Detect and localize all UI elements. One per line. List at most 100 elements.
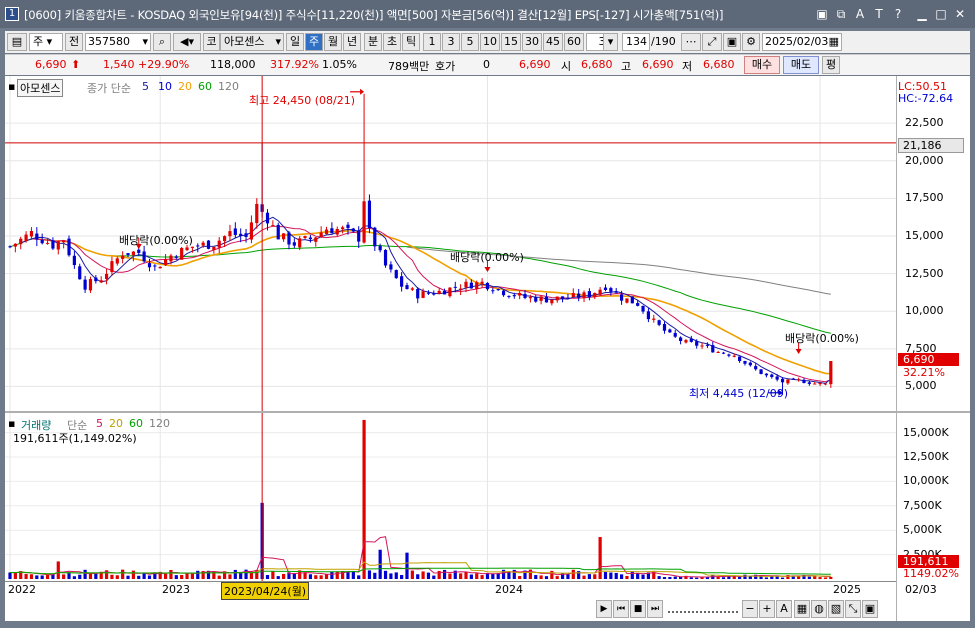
- stock-name-select[interactable]: 아모센스 ▾: [220, 33, 284, 51]
- candle-down: [453, 286, 457, 288]
- text-tool-icon[interactable]: A: [776, 600, 792, 618]
- interval-45-button[interactable]: 45: [543, 33, 563, 51]
- candle-down: [378, 245, 382, 251]
- candle-up: [797, 379, 801, 381]
- period-tick-button[interactable]: 틱: [402, 33, 420, 51]
- first-icon[interactable]: ⏮: [613, 600, 629, 618]
- volume-bar-up: [190, 573, 195, 579]
- volume-bar-down: [662, 577, 667, 579]
- buy-button[interactable]: 매수: [744, 56, 780, 74]
- save-icon[interactable]: ▣: [723, 33, 741, 51]
- volume-menu-icon[interactable]: ▪: [8, 417, 15, 430]
- page-count-input[interactable]: 134: [622, 33, 650, 51]
- interval-3-button[interactable]: 3: [442, 33, 460, 51]
- candle-down: [330, 228, 334, 234]
- speaker-icon[interactable]: ◀▾: [173, 33, 201, 51]
- candle-up: [459, 288, 463, 290]
- interval-15-button[interactable]: 15: [501, 33, 521, 51]
- text-icon[interactable]: T: [871, 6, 887, 22]
- market-tag: 코: [203, 33, 220, 51]
- candle-down: [147, 263, 152, 268]
- period-year-button[interactable]: 년: [343, 33, 361, 51]
- dividend-annotation-2: 배당락(0.00%): [450, 251, 524, 264]
- chart-area[interactable]: ▪ 아모센스 종가 단순 5 10 20 60 120 LC:50.51 HC:…: [5, 76, 970, 621]
- volume-bar-down: [609, 572, 613, 579]
- interval-60-button[interactable]: 60: [564, 33, 584, 51]
- candle-down: [534, 297, 538, 302]
- candle-down: [469, 282, 473, 289]
- table-icon[interactable]: ▦: [794, 600, 810, 618]
- panel-menu-icon[interactable]: ▪: [8, 80, 15, 93]
- chevron-down-icon[interactable]: ▾: [603, 33, 618, 51]
- search-icon[interactable]: ⌕: [153, 33, 171, 51]
- candle-down: [678, 337, 683, 341]
- crosshair-icon[interactable]: ⤢: [702, 33, 722, 51]
- settings-icon[interactable]: ⚙: [742, 33, 760, 51]
- candle-down: [137, 249, 141, 253]
- help-icon[interactable]: ?: [890, 6, 906, 22]
- candle-up: [104, 273, 109, 280]
- interval-5-button[interactable]: 5: [461, 33, 479, 51]
- candle-up: [271, 225, 275, 227]
- candle-down: [78, 266, 82, 280]
- candle-down: [609, 288, 613, 292]
- period-minute-button[interactable]: 분: [364, 33, 382, 51]
- all-button[interactable]: 전: [65, 33, 83, 51]
- volume-bar-down: [373, 572, 377, 579]
- period-month-button[interactable]: 월: [324, 33, 342, 51]
- volume-bar-up: [115, 575, 119, 579]
- pin-icon[interactable]: ◍: [811, 600, 827, 618]
- link-icon[interactable]: ⧉: [833, 6, 849, 22]
- chart-svg[interactable]: [5, 76, 970, 621]
- volume-bar-down: [83, 569, 87, 579]
- period-second-button[interactable]: 초: [383, 33, 401, 51]
- xaxis-label-2025: 2025: [833, 583, 861, 596]
- panel-divider[interactable]: [5, 411, 970, 413]
- candle-up: [335, 229, 339, 235]
- period-week-button[interactable]: 주: [305, 33, 323, 51]
- candle-up: [341, 227, 345, 230]
- restore-icon[interactable]: ▣: [814, 6, 830, 22]
- play-icon[interactable]: ▶: [596, 600, 612, 618]
- stock-code-input[interactable]: 357580 ▾: [85, 33, 151, 51]
- zoom-in-icon[interactable]: +: [759, 600, 775, 618]
- zoom-out-icon[interactable]: −: [742, 600, 758, 618]
- sell-button[interactable]: 매도: [783, 56, 819, 74]
- candle-down: [587, 291, 591, 298]
- period-type-select[interactable]: 주 ▾: [29, 33, 63, 51]
- candle-down: [196, 245, 200, 247]
- low-annotation: 최저 4,445 (12/09): [689, 387, 789, 400]
- stop-icon[interactable]: ■: [630, 600, 646, 618]
- volume-bar-down: [641, 574, 645, 579]
- interval-1-button[interactable]: 1: [423, 33, 441, 51]
- interval-10-button[interactable]: 10: [480, 33, 500, 51]
- price-legend-prefix: 종가 단순: [87, 82, 131, 95]
- volume-bar-up: [88, 573, 93, 579]
- grid-icon[interactable]: ▧: [828, 600, 844, 618]
- volume-bar-down: [147, 575, 152, 579]
- expand-icon[interactable]: ⤡: [845, 600, 861, 618]
- font-icon[interactable]: A: [852, 6, 868, 22]
- layout-icon[interactable]: ▤: [7, 33, 27, 51]
- minimize-icon[interactable]: ▁: [914, 6, 930, 22]
- dividend-annotation-1: 배당락(0.00%): [119, 234, 193, 247]
- dots-icon[interactable]: ⋯: [681, 33, 701, 51]
- price-panel-name[interactable]: 아모센스: [17, 79, 64, 97]
- last-icon[interactable]: ⏭: [647, 600, 663, 618]
- date-input[interactable]: 2025/02/03 ▦: [762, 33, 842, 51]
- interval-30-button[interactable]: 30: [522, 33, 542, 51]
- window-icon[interactable]: ▣: [862, 600, 878, 618]
- maximize-icon[interactable]: □: [933, 6, 949, 22]
- app-icon: 1: [5, 7, 19, 21]
- candle-down: [40, 239, 44, 244]
- open-label: 시: [561, 60, 572, 73]
- eval-button[interactable]: 평: [822, 56, 840, 74]
- zoom-slider[interactable]: [668, 603, 738, 613]
- candle-down: [405, 285, 409, 290]
- volume-bar-down: [764, 577, 769, 579]
- close-icon[interactable]: ✕: [952, 6, 968, 22]
- period-day-button[interactable]: 일: [286, 33, 304, 51]
- candle-down: [276, 224, 280, 240]
- candle-down: [292, 242, 296, 246]
- candle-down: [351, 228, 355, 232]
